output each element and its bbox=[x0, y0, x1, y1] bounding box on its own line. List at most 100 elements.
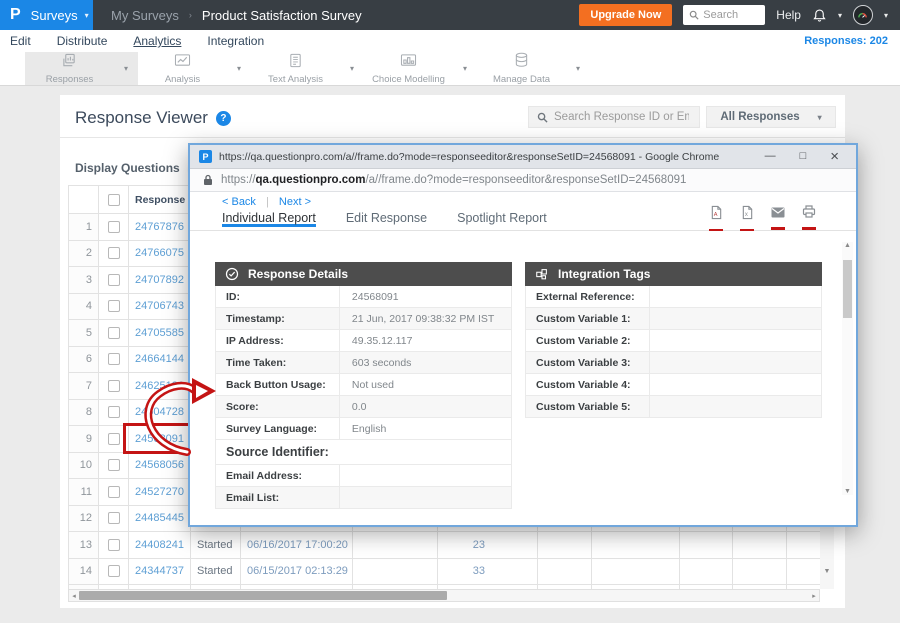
subnav-item-edit[interactable]: Edit bbox=[10, 34, 31, 48]
row-checkbox[interactable] bbox=[108, 539, 120, 551]
subnav-item-distribute[interactable]: Distribute bbox=[57, 34, 108, 48]
vertical-scrollbar[interactable]: ▼ bbox=[820, 527, 834, 589]
row-checkbox[interactable] bbox=[108, 274, 120, 286]
detail-label: External Reference: bbox=[526, 286, 650, 307]
print-export-button[interactable] bbox=[802, 205, 816, 232]
row-number: 12 bbox=[69, 505, 99, 532]
response-filter-dropdown[interactable]: All Responses ▾ bbox=[706, 106, 836, 128]
row-checkbox[interactable] bbox=[108, 327, 120, 339]
toolbar-button-choice-modelling[interactable]: Choice Modelling bbox=[364, 52, 453, 85]
tab-spotlight-report[interactable]: Spotlight Report bbox=[457, 211, 547, 227]
pdf-export-icon: A bbox=[710, 205, 723, 225]
detail-row: Email List: bbox=[215, 487, 512, 509]
email-export-button[interactable] bbox=[771, 205, 785, 232]
maximize-icon[interactable]: □ bbox=[800, 151, 807, 162]
chevron-down-icon[interactable]: ▾ bbox=[227, 52, 251, 85]
response-id-link[interactable]: 24485445 bbox=[129, 505, 191, 532]
response-id-link[interactable]: 24767876 bbox=[129, 214, 191, 241]
minimize-icon[interactable]: — bbox=[765, 151, 776, 162]
back-link[interactable]: < Back bbox=[222, 196, 256, 208]
response-id-link[interactable]: 24625131 bbox=[129, 373, 191, 400]
row-checkbox[interactable] bbox=[108, 565, 120, 577]
status-cell: Started bbox=[191, 558, 241, 585]
chevron-down-icon[interactable]: ▾ bbox=[566, 52, 590, 85]
scroll-right-icon[interactable]: ▸ bbox=[809, 592, 819, 600]
help-question-icon[interactable]: ? bbox=[216, 111, 231, 126]
chevron-down-icon[interactable]: ▾ bbox=[340, 52, 364, 85]
response-search[interactable] bbox=[528, 106, 700, 128]
print-export-icon bbox=[802, 205, 816, 223]
check-circle-icon bbox=[225, 267, 239, 281]
toolbar-button-manage-data[interactable]: Manage Data bbox=[477, 52, 566, 85]
row-checkbox[interactable] bbox=[108, 221, 120, 233]
row-number: 14 bbox=[69, 558, 99, 585]
excel-export-button[interactable]: x bbox=[740, 205, 754, 232]
scroll-down-icon[interactable]: ▼ bbox=[820, 568, 834, 575]
detail-value: 24568091 bbox=[340, 286, 511, 307]
response-id-link[interactable]: 24664144 bbox=[129, 346, 191, 373]
scroll-down-icon[interactable]: ▼ bbox=[842, 488, 853, 495]
popup-scrollbar[interactable]: ▲ ▼ bbox=[842, 242, 853, 495]
row-checkbox[interactable] bbox=[108, 459, 120, 471]
response-id-link[interactable]: 24604728 bbox=[129, 399, 191, 426]
breadcrumb-separator-icon: › bbox=[189, 10, 192, 20]
row-checkbox[interactable] bbox=[108, 433, 120, 445]
upgrade-now-button[interactable]: Upgrade Now bbox=[579, 4, 672, 26]
highlight-annotation-box bbox=[123, 423, 193, 454]
row-checkbox[interactable] bbox=[108, 380, 120, 392]
notifications-button[interactable]: ▾ bbox=[812, 8, 842, 23]
response-id-header[interactable]: Response ID▲ bbox=[129, 186, 191, 214]
tab-edit-response[interactable]: Edit Response bbox=[346, 211, 427, 227]
global-search-input[interactable] bbox=[703, 9, 758, 21]
response-id-link[interactable]: 24408241 bbox=[129, 532, 191, 559]
subnav-item-analytics[interactable]: Analytics bbox=[133, 34, 181, 48]
window-titlebar[interactable]: P https://qa.questionpro.com/a//frame.do… bbox=[190, 145, 856, 169]
response-search-input[interactable] bbox=[554, 111, 689, 123]
toolbar-button-analysis[interactable]: Analysis bbox=[138, 52, 227, 85]
blank-cell bbox=[353, 532, 438, 559]
hscroll-thumb[interactable] bbox=[79, 591, 447, 600]
chevron-down-icon[interactable]: ▾ bbox=[453, 52, 477, 85]
select-all-checkbox[interactable] bbox=[108, 194, 120, 206]
row-number: 9 bbox=[69, 426, 99, 453]
horizontal-scrollbar[interactable]: ◂ ▸ bbox=[68, 589, 820, 602]
response-id-link[interactable]: 24706743 bbox=[129, 293, 191, 320]
response-id-link[interactable]: 24527270 bbox=[129, 479, 191, 506]
detail-label: IP Address: bbox=[216, 330, 340, 351]
response-id-link[interactable]: 24344737 bbox=[129, 558, 191, 585]
close-icon[interactable]: × bbox=[830, 149, 839, 164]
row-number: 7 bbox=[69, 373, 99, 400]
toolbar-button-text-analysis[interactable]: Text Analysis bbox=[251, 52, 340, 85]
response-id-link[interactable]: 24766075 bbox=[129, 240, 191, 267]
row-number: 8 bbox=[69, 399, 99, 426]
next-link[interactable]: Next > bbox=[279, 196, 311, 208]
global-search[interactable] bbox=[683, 5, 765, 25]
scroll-left-icon[interactable]: ◂ bbox=[69, 592, 79, 600]
row-checkbox[interactable] bbox=[108, 300, 120, 312]
response-details-extra-rows: Email Address:Email List: bbox=[215, 465, 512, 509]
row-checkbox[interactable] bbox=[108, 486, 120, 498]
pdf-export-button[interactable]: A bbox=[709, 205, 723, 232]
row-checkbox[interactable] bbox=[108, 247, 120, 259]
response-editor-window: P https://qa.questionpro.com/a//frame.do… bbox=[188, 143, 858, 527]
tab-individual-report[interactable]: Individual Report bbox=[222, 211, 316, 227]
svg-text:A: A bbox=[713, 212, 717, 218]
response-id-link[interactable]: 24705585 bbox=[129, 320, 191, 347]
surveys-product-menu[interactable]: P Surveys ▾ bbox=[0, 0, 93, 30]
account-menu[interactable]: ▾ bbox=[853, 5, 888, 25]
response-id-link[interactable]: 24568056 bbox=[129, 452, 191, 479]
row-checkbox[interactable] bbox=[108, 512, 120, 524]
popup-scroll-thumb[interactable] bbox=[843, 260, 852, 318]
scroll-up-icon[interactable]: ▲ bbox=[842, 242, 853, 249]
detail-row: Email Address: bbox=[215, 465, 512, 487]
chevron-down-icon[interactable]: ▾ bbox=[114, 52, 138, 85]
subnav-item-integration[interactable]: Integration bbox=[207, 34, 264, 48]
help-link[interactable]: Help bbox=[776, 8, 801, 22]
row-checkbox[interactable] bbox=[108, 353, 120, 365]
address-bar[interactable]: https://qa.questionpro.com/a//frame.do?m… bbox=[190, 169, 856, 192]
breadcrumb-my-surveys[interactable]: My Surveys bbox=[111, 8, 179, 23]
row-checkbox-cell bbox=[99, 373, 129, 400]
response-id-link[interactable]: 24707892 bbox=[129, 267, 191, 294]
row-checkbox[interactable] bbox=[108, 406, 120, 418]
toolbar-button-responses[interactable]: Responses bbox=[25, 52, 114, 85]
